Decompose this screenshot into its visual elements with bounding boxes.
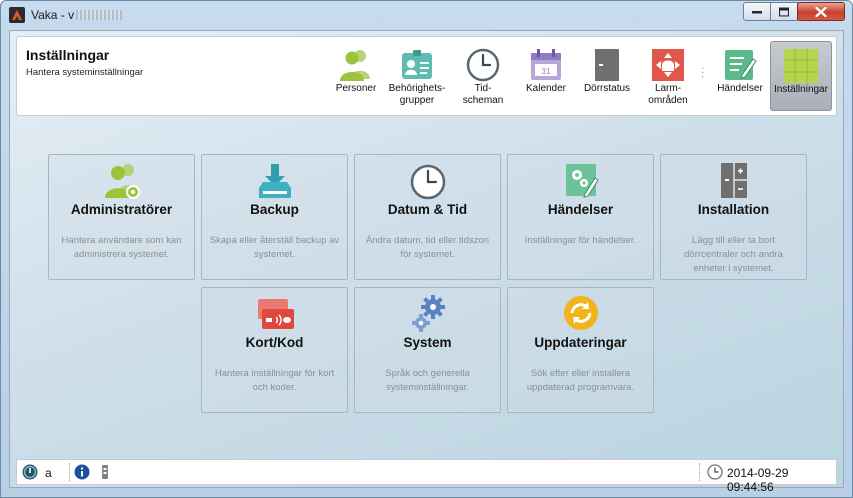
event-settings-icon <box>565 164 599 198</box>
page-title: Inställningar <box>26 47 110 63</box>
nav-installningar[interactable]: Inställningar <box>770 41 832 111</box>
nav-behorighetsgrupper[interactable]: Behörighets- grupper <box>384 41 450 111</box>
nav-label: Inställningar <box>774 84 828 95</box>
maximize-icon <box>779 7 789 16</box>
tile-backup[interactable]: Backup Skapa eller återställ backup av s… <box>201 154 348 280</box>
nav-label: Kalender <box>525 83 567 94</box>
clock-icon <box>410 164 445 200</box>
tile-installation[interactable]: Installation Lägg till eller ta bort dör… <box>660 154 807 280</box>
tile-description: Ändra datum, tid eller tidszon för syste… <box>365 235 490 260</box>
tile-title: System <box>403 335 452 350</box>
tile-description: Skapa eller återställ backup av systemet… <box>209 235 340 260</box>
nav-handelser[interactable]: Händelser <box>707 41 773 111</box>
tile-title: Datum & Tid <box>387 202 468 217</box>
nav-label: Behörighets- grupper <box>388 83 446 106</box>
tile-description: Sök efter eller installera uppdaterad pr… <box>526 368 635 393</box>
tile-title: Administratörer <box>70 202 173 217</box>
maximize-button[interactable] <box>770 2 798 21</box>
nav-label: Dörrstatus <box>583 83 631 94</box>
nav-label: Larm- områden <box>648 83 688 106</box>
nav-label: Tid- scheman <box>462 83 504 106</box>
people-icon <box>340 50 370 81</box>
nav-dorrstatus[interactable]: Dörrstatus <box>575 41 639 111</box>
tile-system[interactable]: System Språk och generella systeminställ… <box>354 287 501 413</box>
tile-title: Händelser <box>547 202 614 217</box>
tile-description: Hantera användare som kan administrera s… <box>61 235 182 260</box>
nav-larmomraden[interactable]: Larm- områden <box>639 41 697 111</box>
nav-label: Händelser <box>717 83 763 94</box>
tile-handelser[interactable]: Händelser Inställningar för händelser. <box>507 154 654 280</box>
calendar-icon: 31 <box>531 49 561 80</box>
tile-title: Installation <box>697 202 770 217</box>
user-status-icon[interactable] <box>22 464 38 480</box>
nav-kalender[interactable]: 31 Kalender <box>517 41 575 111</box>
clock-icon <box>466 48 500 82</box>
tile-title: Backup <box>250 202 299 217</box>
gears-icon <box>411 295 445 332</box>
info-icon[interactable] <box>74 464 90 480</box>
redacted-version <box>76 10 123 20</box>
tile-title: Kort/Kod <box>245 335 304 350</box>
status-datetime: 2014-09-29 09:44:56 <box>727 466 789 494</box>
close-icon <box>815 6 827 17</box>
backup-icon <box>258 164 291 198</box>
close-button[interactable] <box>797 2 845 21</box>
door-icon <box>595 49 619 81</box>
title-bar[interactable]: Vaka - v <box>1 1 852 29</box>
clock-icon <box>707 464 723 480</box>
header-panel: Inställningar Hantera systeminställninga… <box>16 36 837 116</box>
nav-tidscheman[interactable]: Tid- scheman <box>453 41 513 111</box>
connection-icon[interactable] <box>97 464 113 480</box>
installation-icon <box>720 163 747 198</box>
tile-datum-tid[interactable]: Datum & Tid Ändra datum, tid eller tidsz… <box>354 154 501 280</box>
window-title: Vaka - v <box>31 8 123 22</box>
nav-label: Personer <box>335 83 377 94</box>
status-user: a <box>45 466 52 480</box>
update-icon <box>563 296 598 330</box>
minimize-icon <box>752 10 762 13</box>
card-code-icon <box>257 299 294 329</box>
alarm-area-icon <box>652 49 684 81</box>
tile-title: Uppdateringar <box>534 335 627 350</box>
minimize-button[interactable] <box>743 2 771 21</box>
status-divider <box>699 463 701 481</box>
tile-uppdateringar[interactable]: Uppdateringar Sök efter eller installera… <box>507 287 654 413</box>
admin-users-icon <box>104 164 140 199</box>
tile-description: Lägg till eller ta bort dörrcentraler oc… <box>684 235 783 274</box>
main-area: Inställningar Hantera systeminställninga… <box>9 30 844 494</box>
tile-description: Hantera inställningar för kort och koder… <box>214 368 335 393</box>
app-logo-icon <box>9 7 25 23</box>
events-icon <box>725 50 757 80</box>
app-window: Vaka - v Inställningar Hantera systemins… <box>0 0 853 498</box>
status-bar: a 2014-09-29 09:44:56 <box>16 459 837 494</box>
page-subtitle: Hantera systeminställningar <box>26 67 144 78</box>
status-divider <box>69 463 71 481</box>
nav-separator: · · · <box>701 63 705 82</box>
settings-grid-icon <box>784 49 818 83</box>
id-card-icon <box>402 50 432 79</box>
nav-personer[interactable]: Personer <box>324 41 388 111</box>
svg-text:31: 31 <box>542 67 551 76</box>
tile-kort-kod[interactable]: Kort/Kod Hantera inställningar för kort … <box>201 287 348 413</box>
tile-administratorer[interactable]: Administratörer Hantera användare som ka… <box>48 154 195 280</box>
tile-description: Inställningar för händelser. <box>524 235 637 246</box>
tile-description: Språk och generella systeminställningar. <box>385 368 470 393</box>
